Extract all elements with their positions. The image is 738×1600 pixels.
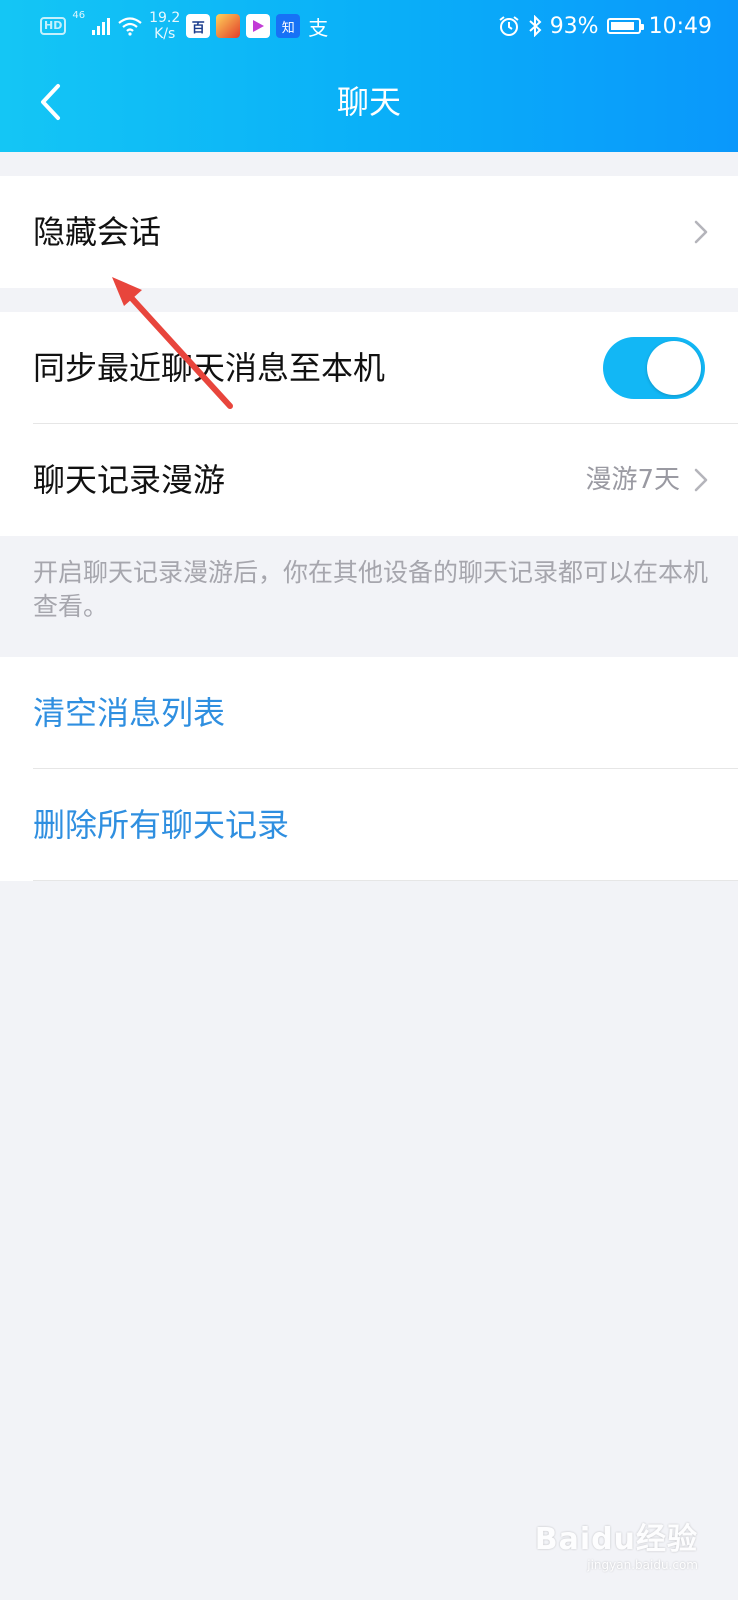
toggle-knob [647, 341, 701, 395]
roaming-row[interactable]: 聊天记录漫游 漫游7天 [0, 424, 738, 536]
alarm-icon [499, 16, 519, 36]
divider [33, 880, 738, 881]
watermark-brand: Baidu经验 [534, 1522, 698, 1557]
baidu-app-icon: 百 [186, 14, 211, 38]
roaming-note: 开启聊天记录漫游后，你在其他设备的聊天记录都可以在本机查看。 [33, 558, 709, 621]
page-title: 聊天 [336, 83, 401, 121]
zhihu-app-icon: 知 [276, 14, 301, 38]
signal-icon [92, 18, 111, 35]
delete-all-label: 删除所有聊天记录 [33, 806, 290, 844]
game-app-icon [216, 14, 241, 38]
sync-recent-row: 同步最近聊天消息至本机 [0, 312, 738, 424]
baidu-watermark: Baidu经验 jingyan.baidu.com [535, 1514, 698, 1572]
settings-group-clear: 清空消息列表 删除所有聊天记录 [0, 657, 738, 881]
battery-icon [606, 18, 644, 34]
hidden-chats-label: 隐藏会话 [33, 213, 162, 251]
settings-group-hidden: 隐藏会话 [0, 176, 738, 288]
network-type: 46 [72, 10, 86, 21]
hidden-chats-row[interactable]: 隐藏会话 [0, 176, 738, 288]
status-bar: HD 46 19.2 K/s 百 知 支 93% 10:49 [0, 0, 738, 52]
header: HD 46 19.2 K/s 百 知 支 93% 10:49 聊天 [0, 0, 738, 152]
hd-badge: HD [40, 17, 67, 35]
sync-recent-label: 同步最近聊天消息至本机 [33, 349, 386, 387]
bluetooth-icon [529, 15, 542, 37]
nav-bar: 聊天 [0, 52, 738, 152]
chevron-right-icon [694, 220, 708, 244]
sync-toggle[interactable] [603, 337, 705, 399]
chevron-right-icon [694, 468, 708, 492]
clear-list-row[interactable]: 清空消息列表 [0, 657, 738, 769]
settings-group-sync: 同步最近聊天消息至本机 聊天记录漫游 漫游7天 [0, 312, 738, 536]
battery-percent: 93% [549, 13, 599, 39]
alipay-app-icon: 支 [308, 15, 329, 40]
clear-list-label: 清空消息列表 [33, 694, 226, 732]
roaming-value: 漫游7天 [585, 465, 680, 495]
delete-all-row[interactable]: 删除所有聊天记录 [0, 769, 738, 881]
roaming-label: 聊天记录漫游 [33, 461, 226, 499]
clock: 10:49 [648, 13, 712, 39]
wifi-icon [118, 17, 142, 36]
network-speed: 19.2 K/s [149, 10, 181, 42]
video-app-icon [246, 14, 271, 38]
watermark-url: jingyan.baidu.com [587, 1558, 698, 1572]
